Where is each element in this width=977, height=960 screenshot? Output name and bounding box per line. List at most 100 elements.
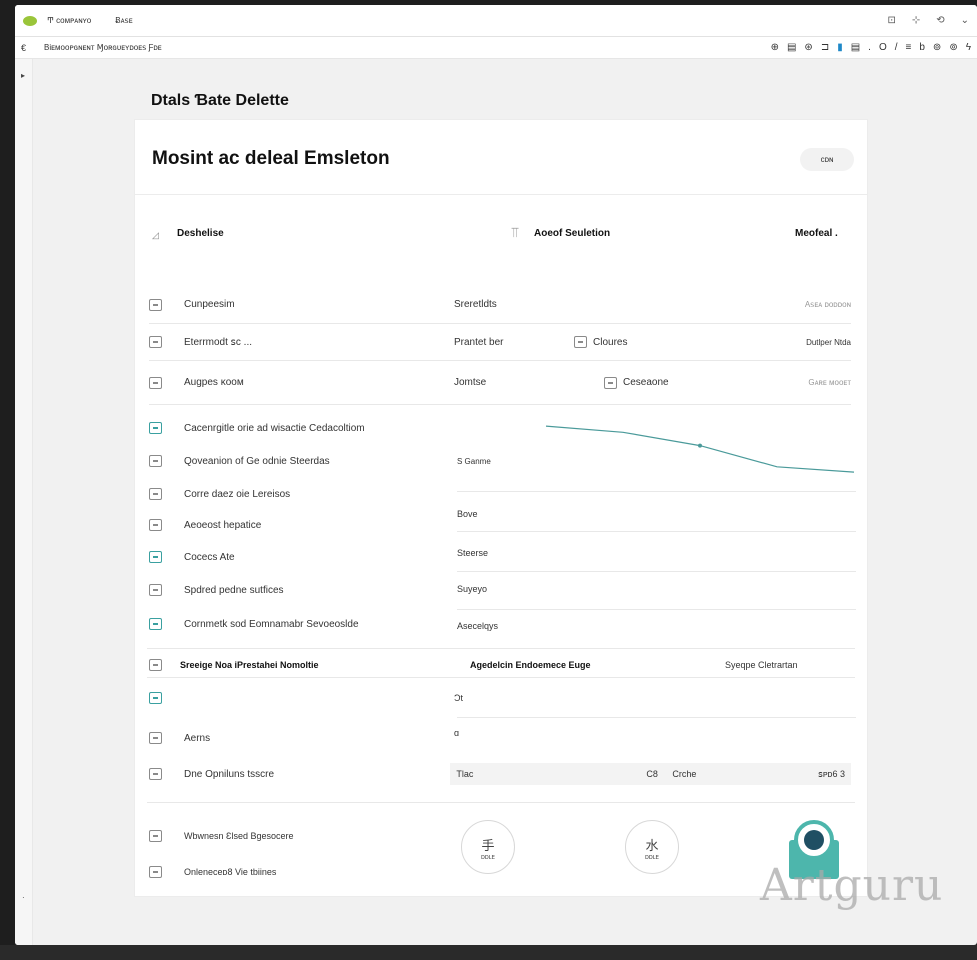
- feature-label: Spdred pedne sutfices: [184, 584, 284, 596]
- window-control-3[interactable]: ⟲: [936, 15, 944, 26]
- window-control-4[interactable]: ⌄: [961, 15, 969, 26]
- row-icon: [149, 336, 162, 348]
- row-right: Gᴀʀᴇ ᴍᴏᴏᴇᴛ: [808, 378, 851, 387]
- feature-label: Cornmetk sod Eomnamabr Sevoeoslde: [184, 618, 359, 630]
- toolbar-icon-9[interactable]: /: [895, 42, 898, 53]
- feature-icon: [149, 422, 162, 434]
- row-icon: [149, 376, 162, 389]
- feature-item[interactable]: Aeoeost hepatice: [149, 515, 851, 535]
- divider: [147, 802, 855, 803]
- toolbar-icon-2[interactable]: ▤: [787, 42, 796, 53]
- window-control-1[interactable]: ⊡: [887, 15, 895, 26]
- feature-value: Asecelqys: [457, 621, 499, 631]
- action-glyph-icon: ⽔: [645, 838, 659, 853]
- feature-icon: [149, 584, 162, 596]
- table-row[interactable]: Eterrmodt ꜱc ... Prantet ber Cloures Dut…: [149, 324, 851, 361]
- divider: [457, 717, 856, 718]
- window-control-2[interactable]: ⊹: [912, 15, 920, 26]
- expand-arrow-icon[interactable]: ▸: [21, 71, 25, 80]
- column-header-2: Aoeof Seuletion: [534, 228, 611, 239]
- action-label: ᴅᴅʟᴇ: [481, 854, 495, 861]
- row-label: Augpes ᴋᴏᴏᴍ: [184, 377, 244, 388]
- section2-header: Sreeige Noa iPrestahei Nomoltie Agedelci…: [149, 651, 851, 679]
- divider: [147, 677, 855, 678]
- chip-icon: [574, 336, 587, 348]
- toolbar-icon-12[interactable]: ⊚: [933, 42, 941, 53]
- toolbar-icon-7[interactable]: .: [868, 42, 871, 53]
- toolbar-icon-8[interactable]: O: [879, 42, 887, 53]
- toolbar-icon-5[interactable]: ▮: [837, 42, 843, 53]
- section2-col1: Sreeige Noa iPrestahei Nomoltie: [180, 660, 319, 670]
- option-field-1: Tlac: [456, 769, 474, 779]
- feature-icon: [149, 519, 162, 531]
- app-window: Ͳ ᴄᴏᴍᴘᴀɴʏᴏ Ƀᴀꜱᴇ ⊡ ⊹ ⟲ ⌄ € Biᴇᴍᴏᴏᴘɢɴᴇɴᴛ Ɱ…: [15, 5, 977, 945]
- toolbar-icon-10[interactable]: ≡: [906, 42, 912, 53]
- feature-item[interactable]: Cornmetk sod Eomnamabr Sevoeoslde: [149, 614, 851, 634]
- series-line: [545, 425, 855, 473]
- feature-label: Corre daez oie Lereisos: [184, 488, 291, 500]
- row-chip: Ceseaone: [623, 377, 669, 388]
- row-icon: [149, 692, 162, 704]
- divider: [457, 491, 856, 492]
- row-mid: Sreretldts: [454, 299, 497, 310]
- address-text[interactable]: Biᴇᴍᴏᴏᴘɢɴᴇɴᴛ Ɱᴏʀɢᴜᴇʏᴅᴏᴇꜱ Ƒᴅᴇ: [44, 43, 162, 52]
- divider: [457, 531, 856, 532]
- toolbar-icon-14[interactable]: ϟ: [966, 42, 971, 53]
- toolbar-icon-11[interactable]: b: [919, 42, 925, 53]
- row-icon: [149, 298, 162, 311]
- row-label: Cunpeesim: [184, 299, 235, 310]
- table-row[interactable]: Ͻt: [149, 686, 851, 710]
- feature-icon: [149, 455, 162, 467]
- action-circle-button-2[interactable]: ⽔ ᴅᴅʟᴇ: [625, 820, 679, 874]
- action-circle-button-1[interactable]: ⼿ ᴅᴅʟᴇ: [461, 820, 515, 874]
- toolbar-icon-6[interactable]: ▤: [851, 42, 860, 53]
- feature-value: Steerse: [457, 548, 489, 558]
- row-mid: Prantet ber: [454, 336, 504, 348]
- feature-label: Cocecs Ate: [184, 551, 235, 563]
- toolbar-icon-13[interactable]: ⊚: [949, 42, 957, 53]
- table-row[interactable]: Augpes ᴋᴏᴏᴍ Jomtse Ceseaone Gᴀʀᴇ ᴍᴏᴏᴇᴛ: [149, 361, 851, 405]
- feature-item[interactable]: Corre daez oie Lereisos: [149, 484, 851, 504]
- window-title: Ͳ ᴄᴏᴍᴘᴀɴʏᴏ: [47, 16, 92, 25]
- option-field-3: Crche: [672, 769, 697, 779]
- text-cursor-icon: ⫪: [511, 224, 519, 240]
- table-row[interactable]: Dne Opniluns tsscre Tlac C8 Crche ꜱᴘᴅ6 3: [149, 762, 851, 786]
- header-pill-button[interactable]: ᴄᴅɴ: [800, 148, 854, 171]
- section2-col3: Syeqpe Cletrartan: [725, 660, 798, 670]
- footer-label: Wbwnesn Ɛlsed Bgesocere: [184, 831, 294, 841]
- data-point: [698, 443, 702, 448]
- left-side-strip: ▸ ·: [15, 59, 33, 945]
- divider: [457, 609, 856, 610]
- feature-icon: [149, 551, 162, 563]
- row-mid: Jomtse: [454, 377, 487, 388]
- column-header-3: Meofeal .: [795, 228, 838, 239]
- row-icon: [149, 732, 162, 744]
- table-row[interactable]: Cunpeesim Sreretldts Aꜱᴇᴀ ᴅᴏᴅᴅᴏɴ: [149, 286, 851, 324]
- action-glyph-icon: ⼿: [481, 838, 495, 853]
- toolbar-icon-1[interactable]: ⊕: [771, 42, 779, 53]
- feature-item[interactable]: Spdred pedne sutfices: [149, 580, 851, 600]
- main-card: Mosint ac deleal Emsleton ᴄᴅɴ ◿ Deshelis…: [134, 119, 868, 897]
- options-field[interactable]: Tlac C8 Crche ꜱᴘᴅ6 3: [450, 763, 851, 785]
- toolbar-icon-3[interactable]: ⊛: [804, 42, 812, 53]
- app-logo-icon: [23, 15, 37, 26]
- feature-label: Aeoeost hepatice: [184, 519, 262, 531]
- watermark-text: Artguru: [760, 860, 944, 911]
- tab-base[interactable]: Ƀᴀꜱᴇ: [115, 16, 132, 25]
- feature-value: Bove: [457, 509, 478, 519]
- bottom-frame: [0, 945, 977, 960]
- row-label: Aerns: [184, 732, 211, 744]
- row-icon: [149, 768, 162, 780]
- feature-item[interactable]: Cocecs Ate: [149, 547, 851, 567]
- header-small-icon: ◿: [152, 230, 159, 240]
- row-right: Dutlper Ntda: [806, 337, 851, 347]
- feature-value: Suyeyo: [457, 584, 488, 594]
- table-row[interactable]: Aerns ɑ: [149, 726, 851, 750]
- feature-icon: [149, 618, 162, 630]
- back-icon[interactable]: €: [21, 43, 26, 53]
- section2-col2: Agedelcin Endoemece Euge: [470, 660, 591, 670]
- divider: [457, 571, 856, 572]
- toolbar-icon-4[interactable]: ⊐: [821, 42, 829, 53]
- section-icon: [149, 659, 162, 671]
- side-dot-icon: ·: [22, 893, 25, 902]
